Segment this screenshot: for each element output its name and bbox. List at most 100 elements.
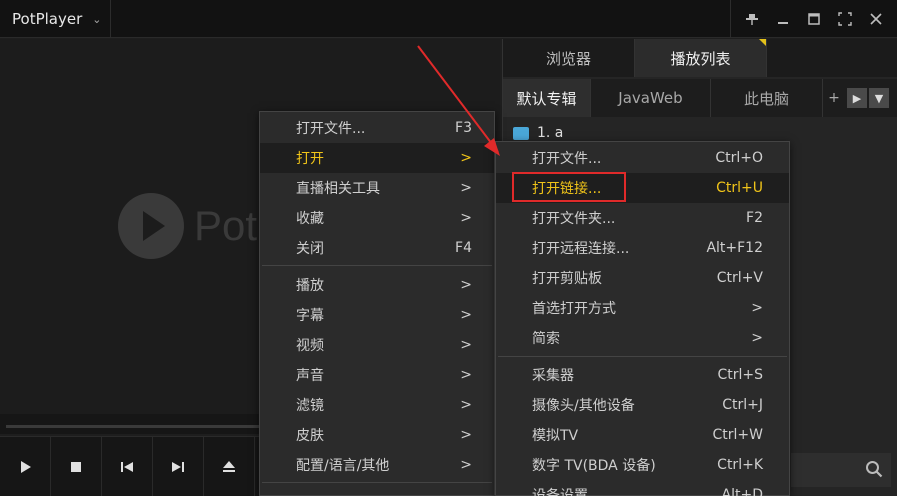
- menu-item-shortcut: Ctrl+V: [716, 270, 763, 286]
- menu-item-audio[interactable]: 声音 >: [260, 360, 494, 390]
- menu-item-label: 采集器: [532, 368, 574, 384]
- menu-item-live-tools[interactable]: 直播相关工具 >: [260, 173, 494, 203]
- chevron-down-icon: ⌄: [92, 12, 102, 26]
- menu-item-shortcut: Ctrl+K: [717, 457, 763, 473]
- playlist-item-label: 1. a: [537, 125, 564, 141]
- menu-item-shortcut: Ctrl+O: [715, 150, 763, 166]
- submenu-item-open-file[interactable]: 打开文件... Ctrl+O: [496, 143, 789, 173]
- play-button[interactable]: [0, 437, 51, 496]
- menu-item-arrow: >: [460, 277, 472, 293]
- submenu-item-open-clipboard[interactable]: 打开剪贴板 Ctrl+V: [496, 263, 789, 293]
- maximize-icon[interactable]: [803, 8, 825, 30]
- menu-item-shortcut: Ctrl+W: [712, 427, 763, 443]
- pin-icon[interactable]: [741, 8, 763, 30]
- menu-item-label: 播放: [296, 278, 324, 294]
- menu-item-shortcut: F4: [455, 240, 472, 256]
- menu-item-label: 字幕: [296, 308, 324, 324]
- menu-item-shortcut: F3: [455, 120, 472, 136]
- menu-item-skins[interactable]: 皮肤 >: [260, 420, 494, 450]
- menu-item-label: 打开: [296, 151, 324, 167]
- menu-item-label: 视频: [296, 338, 324, 354]
- title-bar: PotPlayer ⌄: [0, 0, 897, 38]
- submenu-item-camera[interactable]: 摄像头/其他设备 Ctrl+J: [496, 390, 789, 420]
- menu-item-arrow: >: [460, 397, 472, 413]
- play-logo-icon: [118, 193, 184, 259]
- logo-text: Pot: [194, 202, 258, 249]
- next-button[interactable]: [153, 437, 204, 496]
- menu-item-label: 打开文件...: [532, 151, 602, 167]
- subtab-default-album[interactable]: 默认专辑: [503, 79, 591, 117]
- menu-item-config[interactable]: 配置/语言/其他 >: [260, 450, 494, 480]
- menu-item-label: 直播相关工具: [296, 181, 380, 197]
- menu-separator: [262, 482, 492, 483]
- submenu-item-index[interactable]: 简索 >: [496, 323, 789, 353]
- menu-item-arrow: >: [751, 300, 763, 316]
- menu-item-favorites[interactable]: 收藏 >: [260, 203, 494, 233]
- submenu-item-capture[interactable]: 采集器 Ctrl+S: [496, 360, 789, 390]
- menu-item-open-file[interactable]: 打开文件... F3: [260, 113, 494, 143]
- menu-separator: [498, 356, 787, 357]
- menu-item-arrow: >: [460, 427, 472, 443]
- menu-item-label: 配置/语言/其他: [296, 458, 390, 474]
- menu-item-filters[interactable]: 滤镜 >: [260, 390, 494, 420]
- fullscreen-icon[interactable]: [834, 8, 856, 30]
- close-icon[interactable]: [865, 8, 887, 30]
- menu-separator: [262, 265, 492, 266]
- menu-item-open[interactable]: 打开 >: [260, 143, 494, 173]
- chevron-right-icon[interactable]: ▶: [847, 88, 867, 108]
- menu-item-label: 设备设置: [532, 488, 588, 496]
- menu-item-label: 摄像头/其他设备: [532, 398, 635, 414]
- playlist-subtabs: 默认专辑 JavaWeb 此电脑 + ▶ ▼: [503, 79, 897, 117]
- menu-item-arrow: >: [460, 180, 472, 196]
- menu-item-arrow: >: [751, 330, 763, 346]
- menu-item-video[interactable]: 视频 >: [260, 330, 494, 360]
- menu-item-label: 模拟TV: [532, 428, 579, 444]
- menu-item-shortcut: Ctrl+S: [717, 367, 763, 383]
- playlist-search[interactable]: [791, 453, 891, 487]
- menu-item-arrow: >: [460, 150, 472, 166]
- menu-item-subtitles[interactable]: 字幕 >: [260, 300, 494, 330]
- menu-item-arrow: >: [460, 210, 472, 226]
- potplayer-logo: Pot: [118, 193, 257, 259]
- subtab-javaweb[interactable]: JavaWeb: [591, 79, 711, 117]
- highlight-box: [512, 172, 626, 202]
- submenu-item-analog-tv[interactable]: 模拟TV Ctrl+W: [496, 420, 789, 450]
- menu-item-shortcut: Ctrl+U: [716, 180, 763, 196]
- previous-button[interactable]: [102, 437, 153, 496]
- menu-item-label: 关闭: [296, 241, 324, 257]
- tab-playlist[interactable]: 播放列表: [635, 39, 767, 77]
- app-menu-button[interactable]: PotPlayer ⌄: [0, 0, 111, 38]
- menu-item-label: 皮肤: [296, 428, 324, 444]
- menu-item-shortcut: Ctrl+J: [722, 397, 763, 413]
- menu-item-close[interactable]: 关闭 F4: [260, 233, 494, 263]
- search-icon[interactable]: [865, 460, 883, 478]
- menu-item-shortcut: Alt+F12: [706, 240, 763, 256]
- window-controls: [730, 0, 897, 38]
- menu-item-arrow: >: [460, 337, 472, 353]
- menu-item-label: 简索: [532, 331, 560, 347]
- menu-item-label: 收藏: [296, 211, 324, 227]
- menu-item-label: 数字 TV(BDA 设备): [532, 458, 656, 474]
- folder-icon: [513, 126, 529, 140]
- context-menu: 打开文件... F3 打开 > 直播相关工具 > 收藏 > 关闭 F4 播放 > 字幕 > 视…: [259, 111, 495, 496]
- menu-item-arrow: >: [460, 307, 472, 323]
- submenu-item-digital-tv[interactable]: 数字 TV(BDA 设备) Ctrl+K: [496, 450, 789, 480]
- stop-button[interactable]: [51, 437, 102, 496]
- minimize-icon[interactable]: [772, 8, 794, 30]
- menu-item-playback[interactable]: 播放 >: [260, 270, 494, 300]
- subtab-this-pc[interactable]: 此电脑: [711, 79, 823, 117]
- app-title: PotPlayer: [12, 10, 83, 28]
- tab-browser[interactable]: 浏览器: [503, 39, 635, 77]
- menu-item-label: 打开文件...: [296, 121, 366, 137]
- playlist-item[interactable]: 1. a: [513, 125, 563, 141]
- add-tab-button[interactable]: +: [823, 90, 845, 106]
- eject-button[interactable]: [204, 437, 255, 496]
- menu-item-shortcut: Alt+D: [721, 487, 763, 496]
- menu-item-more[interactable]: ...: [260, 486, 494, 496]
- submenu-item-open-remote[interactable]: 打开远程连接... Alt+F12: [496, 233, 789, 263]
- submenu-item-preferred-open[interactable]: 首选打开方式 >: [496, 293, 789, 323]
- submenu-item-open-folder[interactable]: 打开文件夹... F2: [496, 203, 789, 233]
- chevron-down-icon[interactable]: ▼: [869, 88, 889, 108]
- submenu-item-device-settings[interactable]: 设备设置 Alt+D: [496, 480, 789, 496]
- menu-item-label: 打开剪贴板: [532, 271, 602, 287]
